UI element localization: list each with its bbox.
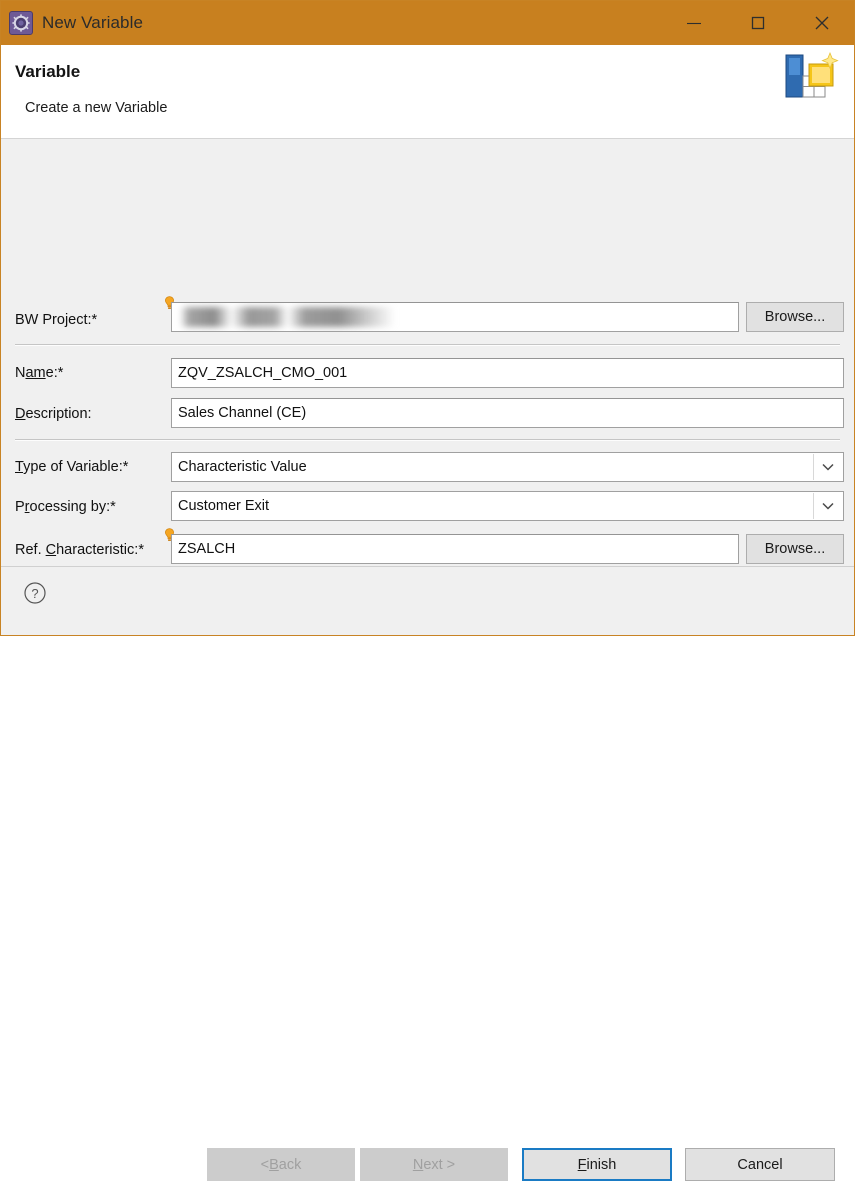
divider xyxy=(15,344,840,346)
title-bar: New Variable xyxy=(1,1,854,45)
cancel-button[interactable]: Cancel xyxy=(685,1148,835,1181)
name-label: Name:* xyxy=(15,365,63,381)
ref-characteristic-label: Ref. Characteristic:* xyxy=(15,542,144,558)
bw-project-value-redacted xyxy=(180,307,395,327)
close-icon[interactable] xyxy=(790,1,854,45)
processing-by-select[interactable]: Customer Exit xyxy=(171,491,844,521)
finish-button[interactable]: Finish xyxy=(522,1148,672,1181)
bw-project-input[interactable] xyxy=(171,302,739,332)
type-of-variable-select[interactable]: Characteristic Value xyxy=(171,452,844,482)
new-variable-dialog: New Variable Variable Create a new Varia… xyxy=(0,0,855,636)
gear-icon xyxy=(9,11,33,35)
name-input[interactable]: ZQV_ZSALCH_CMO_001 xyxy=(171,358,844,388)
type-of-variable-label: Type of Variable:* xyxy=(15,459,128,475)
window-controls xyxy=(662,1,854,45)
help-icon[interactable]: ? xyxy=(23,581,47,605)
wizard-banner: Variable Create a new Variable xyxy=(1,45,854,139)
window-title: New Variable xyxy=(42,13,143,33)
back-button[interactable]: < Back xyxy=(207,1148,355,1181)
bw-project-label: BW Project:* xyxy=(15,312,97,328)
type-of-variable-value: Characteristic Value xyxy=(178,459,307,475)
bw-project-browse-button[interactable]: Browse... xyxy=(746,302,844,332)
next-button[interactable]: Next > xyxy=(360,1148,508,1181)
wizard-banner-icon xyxy=(783,51,841,103)
description-input[interactable]: Sales Channel (CE) xyxy=(171,398,844,428)
ref-characteristic-input[interactable]: ZSALCH xyxy=(171,534,739,564)
chevron-down-icon[interactable] xyxy=(813,454,842,480)
form-area: BW Project:* Browse... Name:* ZQV_ZSALCH… xyxy=(1,139,854,566)
ref-characteristic-browse-button[interactable]: Browse... xyxy=(746,534,844,564)
svg-text:?: ? xyxy=(31,586,38,601)
processing-by-value: Customer Exit xyxy=(178,498,269,514)
divider xyxy=(15,439,840,441)
page-subtitle: Create a new Variable xyxy=(25,99,854,117)
page-title: Variable xyxy=(15,61,854,83)
processing-by-label: Processing by:* xyxy=(15,499,116,515)
description-label: Description: xyxy=(15,406,92,422)
dialog-footer: ? < Back Next > Finish Cancel xyxy=(1,566,854,635)
minimize-icon[interactable] xyxy=(662,1,726,45)
maximize-icon[interactable] xyxy=(726,1,790,45)
chevron-down-icon[interactable] xyxy=(813,493,842,519)
